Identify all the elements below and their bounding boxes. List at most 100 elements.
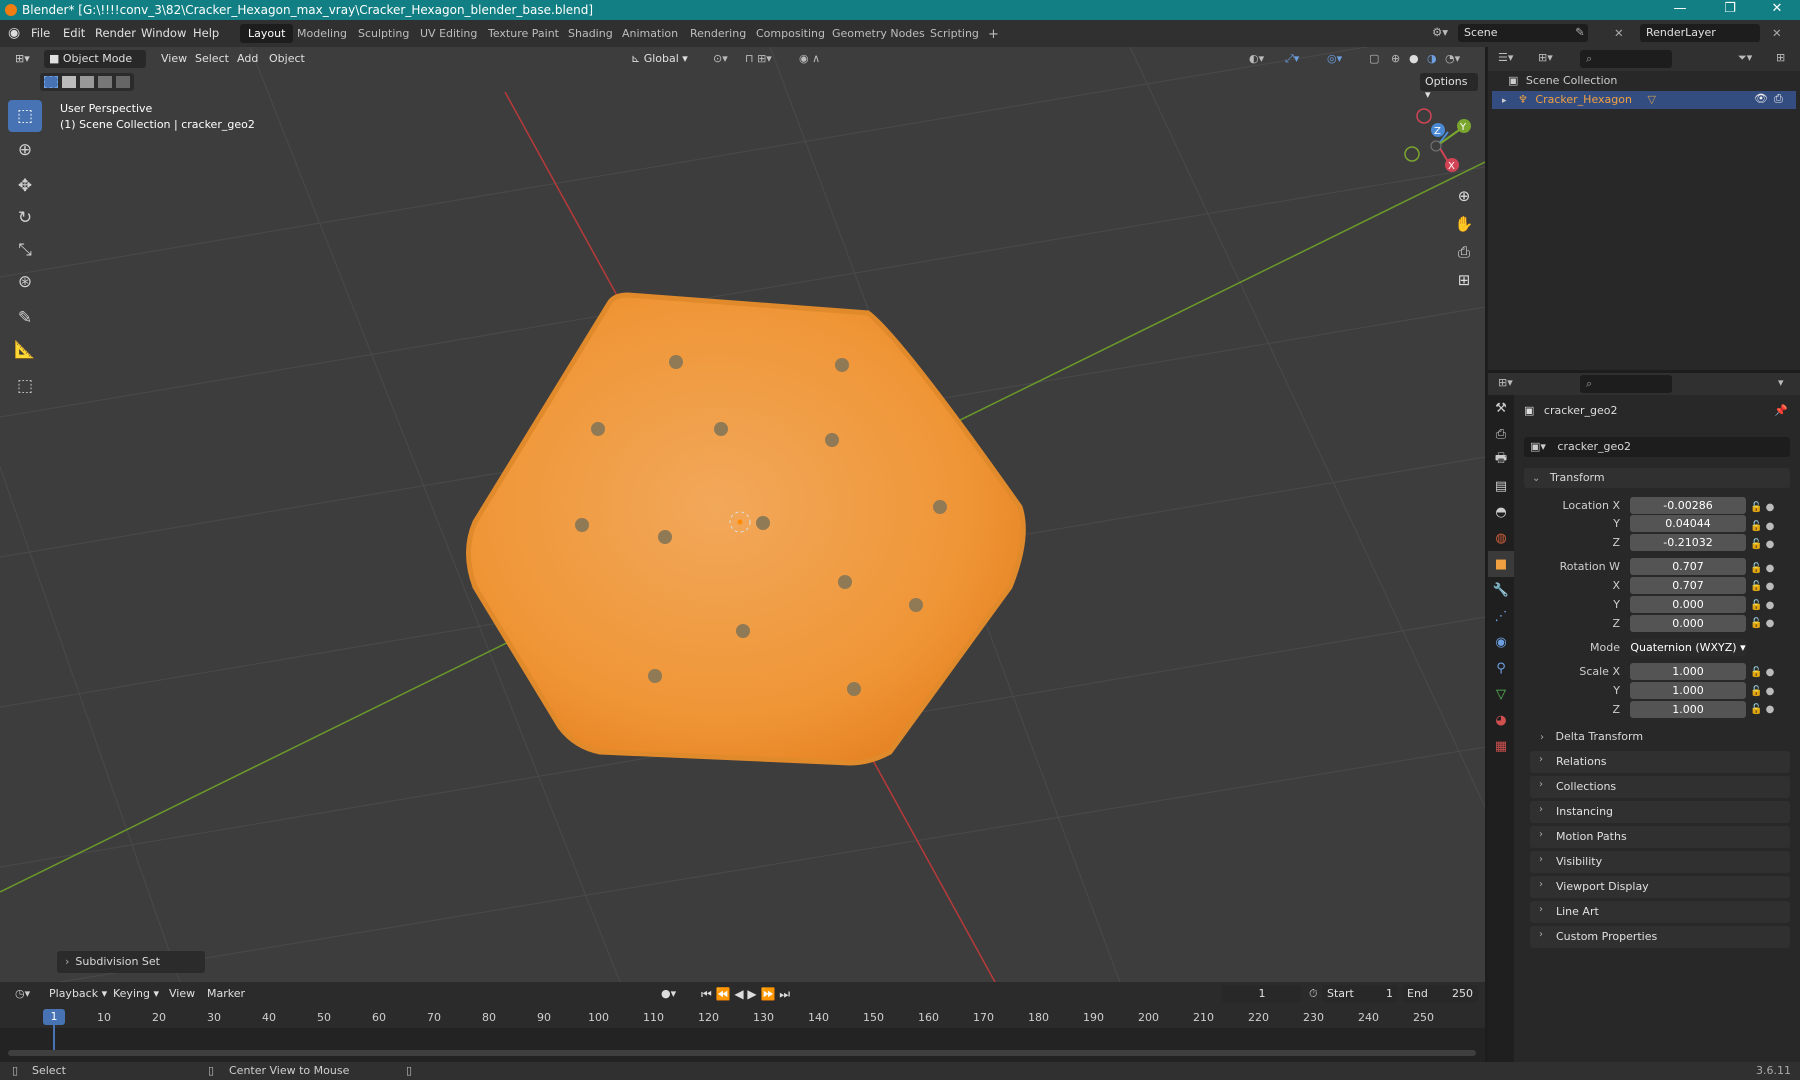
autokey-record-icon[interactable]: ●▾ <box>656 985 681 1003</box>
shading-rendered-icon[interactable]: ◔▾ <box>1440 50 1465 68</box>
scale-x-field[interactable]: 1.000 <box>1630 663 1746 680</box>
lock-icon[interactable]: 🔓 ● <box>1750 578 1780 597</box>
gizmo-neg-z-icon[interactable] <box>1430 140 1442 152</box>
shading-wireframe-icon[interactable]: ⊕ <box>1386 50 1405 68</box>
render-tab-icon[interactable]: ⎙ <box>1488 421 1514 447</box>
scene-browse-icon[interactable]: ⚙▾ <box>1432 25 1448 39</box>
material-tab-icon[interactable]: ◕ <box>1488 707 1514 733</box>
tab-rendering[interactable]: Rendering <box>682 24 754 43</box>
tab-geometry-nodes[interactable]: Geometry Nodes <box>824 24 933 43</box>
add-cube-tool[interactable]: ⬚ <box>8 370 42 402</box>
end-frame-field[interactable]: End 250 <box>1402 985 1478 1003</box>
current-frame-field[interactable]: 1 <box>1222 985 1302 1003</box>
new-collection-icon[interactable]: ⊞ <box>1776 51 1785 64</box>
section-line-art[interactable]: › Line Art <box>1530 901 1790 923</box>
lock-icon[interactable]: 🔓 ● <box>1750 664 1780 683</box>
texture-tab-icon[interactable]: ▦ <box>1488 733 1514 759</box>
tab-scripting[interactable]: Scripting <box>922 24 987 43</box>
preview-range-icon[interactable]: ⏱ <box>1304 985 1323 1003</box>
menu-marker[interactable]: Marker <box>202 985 250 1003</box>
render-camera-icon[interactable]: ⎙ <box>1774 92 1783 106</box>
lock-icon[interactable]: 🔓 ● <box>1750 615 1780 634</box>
scale-z-field[interactable]: 1.000 <box>1630 701 1746 718</box>
snap-icon[interactable]: ⊓ ⊞▾ <box>740 50 777 68</box>
3d-viewport[interactable] <box>0 47 1485 982</box>
scene-close-icon[interactable]: ✕ <box>1614 26 1624 40</box>
render-layer-field[interactable]: RenderLayer <box>1640 24 1760 42</box>
menu-keying[interactable]: Keying ▾ <box>108 985 164 1003</box>
lock-icon[interactable]: 🔓 ● <box>1750 536 1780 555</box>
rotation-z-field[interactable]: 0.000 <box>1630 615 1746 632</box>
tab-compositing[interactable]: Compositing <box>748 24 833 43</box>
rotation-mode-dropdown[interactable]: Quaternion (WXYZ) ▾ <box>1630 639 1746 656</box>
world-tab-icon[interactable]: ◍ <box>1488 525 1514 551</box>
delta-transform-subpanel[interactable]: › Delta Transform <box>1540 728 1790 746</box>
tab-texture-paint[interactable]: Texture Paint <box>480 24 567 43</box>
scene-pin-icon[interactable]: ✎ <box>1575 25 1585 39</box>
scale-tool[interactable]: ⤡ <box>8 234 42 266</box>
menu-help[interactable]: Help <box>193 26 219 40</box>
menu-add[interactable]: Add <box>232 50 263 68</box>
location-x-field[interactable]: -0.00286 <box>1630 497 1746 514</box>
tab-animation[interactable]: Animation <box>614 24 686 43</box>
add-workspace-button[interactable]: + <box>980 24 1007 43</box>
outliner-filter-icon[interactable]: ⏷▾ <box>1738 51 1752 65</box>
lock-icon[interactable]: 🔓 ● <box>1750 701 1780 720</box>
playback-controls-icon[interactable]: ⏮ ⏪ ◀ ▶ ⏩ ⏭ <box>696 985 795 1003</box>
tab-shading[interactable]: Shading <box>560 24 621 43</box>
tab-uv-editing[interactable]: UV Editing <box>412 24 485 43</box>
tab-modeling[interactable]: Modeling <box>289 24 355 43</box>
select-new-icon[interactable] <box>44 76 58 88</box>
view-layer-tab-icon[interactable]: ▤ <box>1488 473 1514 499</box>
blender-menu-icon[interactable]: ◉ <box>8 25 20 41</box>
move-tool[interactable]: ✥ <box>8 170 42 202</box>
section-viewport-display[interactable]: › Viewport Display <box>1530 876 1790 898</box>
zoom-icon[interactable]: ⊕ <box>1452 182 1476 210</box>
menu-object[interactable]: Object <box>264 50 310 68</box>
mode-dropdown[interactable]: ■ Object Mode <box>44 50 146 68</box>
timeline-scrollbar[interactable] <box>8 1050 1476 1056</box>
camera-view-icon[interactable]: ⎙ <box>1452 238 1476 266</box>
playhead-line[interactable] <box>53 1025 55 1053</box>
scene-collection-row[interactable]: ▣ Scene Collection <box>1508 74 1617 87</box>
select-intersect-icon[interactable] <box>116 76 130 88</box>
datablock-browse-icon[interactable]: ▣▾ <box>1530 440 1546 453</box>
outliner-editor-type-icon[interactable]: ☰▾ <box>1498 51 1513 64</box>
section-visibility[interactable]: › Visibility <box>1530 851 1790 873</box>
rotation-w-field[interactable]: 0.707 <box>1630 558 1746 575</box>
lock-icon[interactable]: 🔓 ● <box>1750 499 1780 518</box>
options-dropdown[interactable]: Options ▾ <box>1420 73 1478 101</box>
pivot-icon[interactable]: ⊙▾ <box>708 50 733 68</box>
scene-name-field[interactable]: Scene <box>1458 24 1588 42</box>
properties-editor-type-icon[interactable]: ⊞▾ <box>1498 376 1513 389</box>
gizmo-neg-x-icon[interactable] <box>1416 108 1432 124</box>
rotation-x-field[interactable]: 0.707 <box>1630 577 1746 594</box>
timeline-editor-type-icon[interactable]: ◷▾ <box>10 985 35 1003</box>
section-relations[interactable]: › Relations <box>1530 751 1790 773</box>
menu-edit[interactable]: Edit <box>63 26 85 40</box>
section-custom-properties[interactable]: › Custom Properties <box>1530 926 1790 948</box>
object-tab-icon[interactable]: ■ <box>1488 551 1514 577</box>
rotation-y-field[interactable]: 0.000 <box>1630 596 1746 613</box>
lock-icon[interactable]: 🔓 ● <box>1750 683 1780 702</box>
select-subtract-icon[interactable] <box>80 76 94 88</box>
transform-section-header[interactable]: ⌄ Transform <box>1524 468 1790 488</box>
pin-icon[interactable]: 📌 <box>1774 404 1788 417</box>
output-tab-icon[interactable]: 🖶 <box>1488 447 1514 473</box>
editor-type-icon[interactable]: ⊞▾ <box>10 50 35 68</box>
gizmo-toggle-icon[interactable]: ⤢▾ <box>1280 50 1304 68</box>
menu-window[interactable]: Window <box>141 26 186 40</box>
measure-tool[interactable]: 📐 <box>8 334 42 366</box>
ortho-grid-icon[interactable]: ⊞ <box>1452 266 1476 294</box>
constraints-tab-icon[interactable]: ⚲ <box>1488 655 1514 681</box>
lock-icon[interactable]: 🔓 ● <box>1750 560 1780 579</box>
tool-tab-icon[interactable]: ⚒ <box>1488 395 1514 421</box>
maximize-button[interactable]: ❐ <box>1710 1 1750 16</box>
section-collections[interactable]: › Collections <box>1530 776 1790 798</box>
expand-arrow-icon[interactable]: ▸ <box>1502 96 1507 106</box>
scene-tab-icon[interactable]: ◓ <box>1488 499 1514 525</box>
minimize-button[interactable]: — <box>1660 1 1700 16</box>
physics-tab-icon[interactable]: ◉ <box>1488 629 1514 655</box>
playhead-frame-badge[interactable]: 1 <box>43 1009 65 1025</box>
transform-tool[interactable]: ⊛ <box>8 266 42 298</box>
